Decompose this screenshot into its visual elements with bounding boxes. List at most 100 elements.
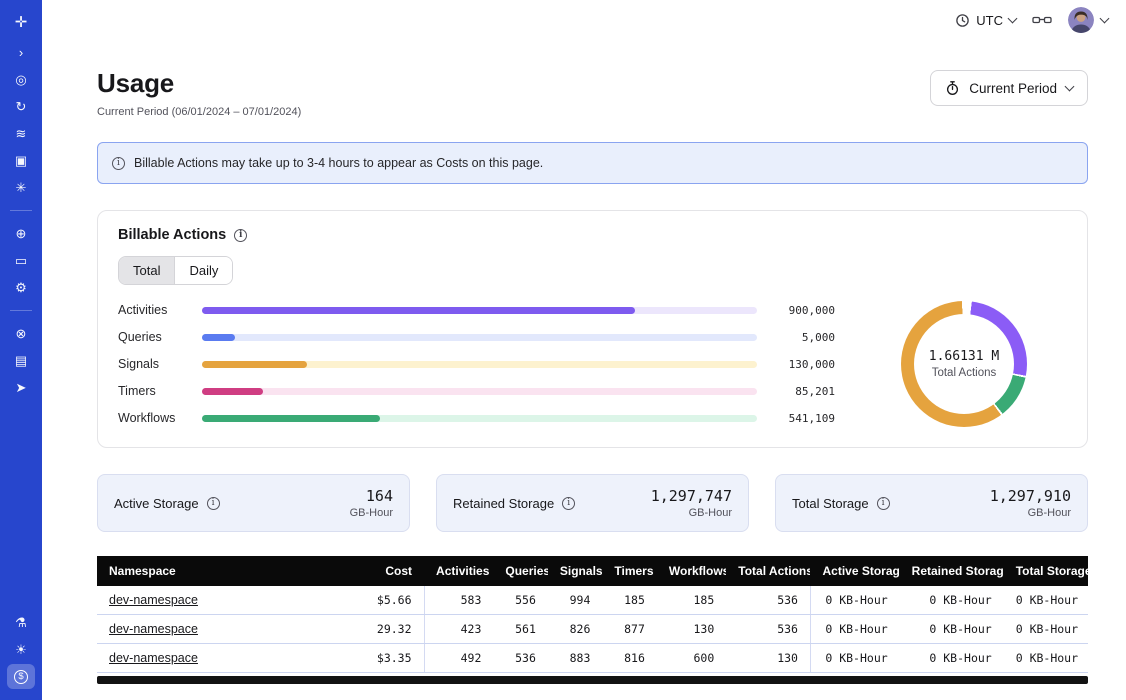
app-root: ✛ ›◎↻≋▣✳ ⊕▭⚙ ⊗▤➤ ⚗☀$ UTC bbox=[0, 0, 1126, 700]
retained-storage-cell: 0 KB-Hour bbox=[900, 586, 1004, 615]
avatar bbox=[1068, 7, 1094, 33]
usage-dollar-icon[interactable]: $ bbox=[7, 664, 35, 689]
info-icon[interactable]: i bbox=[562, 497, 575, 510]
bar-category-label: Workflows bbox=[118, 411, 188, 425]
col-timers: Timers bbox=[602, 556, 657, 586]
workflows-cell: 185 bbox=[657, 586, 726, 615]
rocket-icon[interactable]: ➤ bbox=[7, 375, 35, 400]
namespace-link[interactable]: dev-namespace bbox=[109, 651, 198, 665]
billable-actions-card: Billable Actions i TotalDaily Activities bbox=[97, 210, 1088, 448]
storage-card-value: 164 bbox=[350, 487, 393, 505]
lab-flask-icon[interactable]: ⚗ bbox=[7, 610, 35, 635]
sidebar-top-group: ✛ ›◎↻≋▣✳ ⊕▭⚙ ⊗▤➤ bbox=[7, 8, 35, 401]
activities-cell: 492 bbox=[424, 644, 493, 673]
chevron-down-icon bbox=[1065, 81, 1075, 91]
deployments-icon[interactable]: ▣ bbox=[7, 148, 35, 173]
table-row: dev-namespace $5.66 583 556 994 185 185 … bbox=[97, 586, 1088, 615]
chevron-down-icon bbox=[1100, 13, 1110, 23]
timezone-selector[interactable]: UTC bbox=[955, 13, 1016, 28]
table-row: dev-namespace 29.32 423 561 826 877 130 … bbox=[97, 615, 1088, 644]
clock-icon bbox=[955, 13, 970, 28]
tab-daily[interactable]: Daily bbox=[175, 257, 232, 284]
bar-track bbox=[202, 388, 757, 395]
sidebar-divider bbox=[10, 310, 32, 311]
col-namespace: Namespace bbox=[97, 556, 355, 586]
title-row: Usage Current Period (06/01/2024 – 07/01… bbox=[97, 68, 1088, 118]
workflows-cell: 600 bbox=[657, 644, 726, 673]
storage-card-value-wrap: 1,297,747 GB-Hour bbox=[651, 487, 732, 519]
namespaces-icon[interactable]: ◎ bbox=[7, 67, 35, 92]
globe-icon[interactable]: ⊕ bbox=[7, 221, 35, 246]
bar-category-label: Signals bbox=[118, 357, 188, 371]
docs-book-icon[interactable]: ▤ bbox=[7, 348, 35, 373]
storage-card-value: 1,297,910 bbox=[990, 487, 1071, 505]
info-icon[interactable]: i bbox=[234, 229, 247, 242]
col-queries: Queries bbox=[493, 556, 548, 586]
bar-fill bbox=[202, 334, 235, 341]
activities-cell: 583 bbox=[424, 586, 493, 615]
billable-actions-header: Billable Actions i bbox=[118, 227, 1067, 243]
queries-cell: 556 bbox=[493, 586, 548, 615]
sidebar: ✛ ›◎↻≋▣✳ ⊕▭⚙ ⊗▤➤ ⚗☀$ bbox=[0, 0, 42, 700]
donut-ring: 1.66131 M Total Actions bbox=[901, 301, 1027, 427]
table-body: dev-namespace $5.66 583 556 994 185 185 … bbox=[97, 586, 1088, 673]
namespace-usage-table: NamespaceCostActivitiesQueriesSignalsTim… bbox=[97, 556, 1088, 684]
namespace-cell: dev-namespace bbox=[97, 644, 355, 673]
banner-text: Billable Actions may take up to 3-4 hour… bbox=[134, 156, 543, 170]
bar-value-label: 541,109 bbox=[771, 412, 835, 425]
namespace-link[interactable]: dev-namespace bbox=[109, 622, 198, 636]
bar-track bbox=[202, 307, 757, 314]
layers-icon[interactable]: ≋ bbox=[7, 121, 35, 146]
info-icon[interactable]: i bbox=[207, 497, 220, 510]
storage-card-value-wrap: 1,297,910 GB-Hour bbox=[990, 487, 1071, 519]
bar-track bbox=[202, 334, 757, 341]
workflows-cell: 130 bbox=[657, 615, 726, 644]
bar-track bbox=[202, 415, 757, 422]
sidebar-divider bbox=[10, 210, 32, 211]
retained-storage-cell: 0 KB-Hour bbox=[900, 615, 1004, 644]
table-scrollbar[interactable] bbox=[97, 676, 1088, 684]
namespace-link[interactable]: dev-namespace bbox=[109, 593, 198, 607]
settings-gear-icon[interactable]: ⚙ bbox=[7, 275, 35, 300]
billing-card-icon[interactable]: ▭ bbox=[7, 248, 35, 273]
storage-card-unit: GB-Hour bbox=[651, 507, 732, 519]
bar-row: Signals 130,000 bbox=[118, 358, 835, 371]
cost-cell: 29.32 bbox=[355, 615, 424, 644]
active-storage-cell: 0 KB-Hour bbox=[810, 586, 899, 615]
bar-row: Queries 5,000 bbox=[118, 331, 835, 344]
theme-sun-icon[interactable]: ☀ bbox=[7, 637, 35, 662]
total-actions-label: Total Actions bbox=[932, 367, 997, 379]
bar-value-label: 900,000 bbox=[771, 304, 835, 317]
info-icon[interactable]: i bbox=[877, 497, 890, 510]
col-activities: Activities bbox=[424, 556, 493, 586]
col-active-storage: Active Storage bbox=[810, 556, 899, 586]
tab-total[interactable]: Total bbox=[119, 257, 175, 284]
total-actions-cell: 536 bbox=[726, 586, 810, 615]
retained-storage-cell: 0 KB-Hour bbox=[900, 644, 1004, 673]
temporal-logo-icon[interactable]: ✛ bbox=[7, 9, 35, 34]
cost-cell: $5.66 bbox=[355, 586, 424, 615]
period-button-label: Current Period bbox=[969, 81, 1057, 96]
sidebar-bottom-group: ⚗☀$ bbox=[7, 609, 35, 690]
billable-actions-title: Billable Actions bbox=[118, 227, 226, 243]
bar-value-label: 85,201 bbox=[771, 385, 835, 398]
feedback-glasses-icon[interactable] bbox=[1032, 13, 1052, 27]
support-icon[interactable]: ⊗ bbox=[7, 321, 35, 346]
timers-cell: 877 bbox=[602, 615, 657, 644]
donut-center: 1.66131 M Total Actions bbox=[914, 314, 1014, 414]
signals-cell: 883 bbox=[548, 644, 603, 673]
cost-cell: $3.35 bbox=[355, 644, 424, 673]
storage-card-value: 1,297,747 bbox=[651, 487, 732, 505]
period-selector-button[interactable]: Current Period bbox=[930, 70, 1088, 106]
user-menu[interactable] bbox=[1068, 7, 1108, 33]
bar-category-label: Activities bbox=[118, 303, 188, 317]
col-workflows: Workflows bbox=[657, 556, 726, 586]
storage-card-unit: GB-Hour bbox=[350, 507, 393, 519]
table-header-row: NamespaceCostActivitiesQueriesSignalsTim… bbox=[97, 556, 1088, 586]
nexus-asterisk-icon[interactable]: ✳ bbox=[7, 175, 35, 200]
main-area: UTC Usage Current Period (06/01/2024 – 0… bbox=[42, 0, 1126, 700]
history-icon[interactable]: ↻ bbox=[7, 94, 35, 119]
chevron-down-icon bbox=[1008, 13, 1018, 23]
timezone-label: UTC bbox=[976, 13, 1003, 28]
expand-sidebar-icon[interactable]: › bbox=[7, 40, 35, 65]
